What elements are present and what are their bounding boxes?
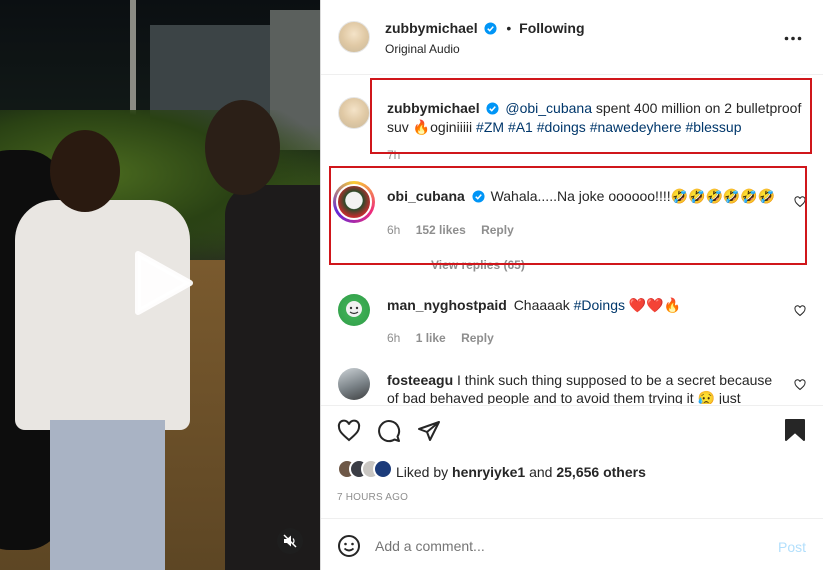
comment-input[interactable] <box>375 533 755 559</box>
emoji-smile-icon[interactable] <box>337 534 361 558</box>
avatar-face-icon <box>346 301 362 317</box>
video-person-right-head <box>205 100 280 195</box>
video-person-left-head <box>50 130 120 212</box>
liked-by-and: and <box>525 464 557 480</box>
comment-text: Chaaaak <box>513 297 574 313</box>
comment-3-clip: fosteeagu I think such thing supposed to… <box>321 360 823 404</box>
comment-likes-link[interactable]: 1 like <box>416 331 446 345</box>
comment-meta: 6h 1 like Reply <box>387 331 494 345</box>
video-person-left-legs <box>50 420 165 570</box>
video-person-right <box>225 185 320 570</box>
add-comment-bar: Post <box>321 518 823 570</box>
like-comment-heart-icon[interactable] <box>794 379 806 391</box>
post-comment-button[interactable]: Post <box>778 539 806 555</box>
hashtag-link[interactable]: #Doings <box>574 297 625 313</box>
following-button[interactable]: Following <box>519 20 584 36</box>
comment-text: I think such thing supposed to be a secr… <box>457 372 773 388</box>
comment-emojis: ❤️❤️🔥 <box>625 297 682 313</box>
like-heart-icon[interactable] <box>337 419 361 443</box>
comment-2-line: man_nyghostpaid Chaaaak #Doings ❤️❤️🔥 <box>387 297 681 314</box>
play-icon[interactable] <box>128 248 198 318</box>
post-panel: zubbymichael • Following Original Audio … <box>320 0 823 570</box>
speaker-muted-icon <box>283 534 297 548</box>
avatar[interactable] <box>338 368 370 400</box>
comment-3-line-2: of bad behaved people and to avoid them … <box>387 390 741 404</box>
original-audio-link[interactable]: Original Audio <box>385 42 460 56</box>
header-user-line: zubbymichael • Following <box>385 20 585 36</box>
like-comment-heart-icon[interactable] <box>794 305 806 317</box>
more-horizontal-icon[interactable] <box>784 36 802 41</box>
verified-badge-icon <box>484 22 498 35</box>
reply-button[interactable]: Reply <box>461 331 494 345</box>
comment-bubble-icon[interactable] <box>377 419 401 443</box>
save-bookmark-icon[interactable] <box>784 418 806 442</box>
header-separator: • <box>506 20 512 36</box>
avatar[interactable] <box>338 21 370 53</box>
header-username[interactable]: zubbymichael <box>385 20 478 36</box>
avatar <box>373 459 393 479</box>
highlight-box <box>370 78 812 154</box>
avatar[interactable] <box>338 97 370 129</box>
comment-time: 6h <box>387 331 401 345</box>
liked-by-text: Liked by henryiyke1 and 25,656 others <box>396 464 646 480</box>
liked-by-prefix: Liked by <box>396 464 453 480</box>
share-send-icon[interactable] <box>417 419 441 443</box>
comment-username[interactable]: man_nyghostpaid <box>387 297 507 313</box>
comment-username[interactable]: fosteeagu <box>387 372 453 388</box>
avatar[interactable] <box>338 294 370 326</box>
post-timestamp: 7 HOURS AGO <box>337 492 409 503</box>
liked-by-avatars <box>337 459 397 481</box>
likes-count-link[interactable]: 25,656 others <box>556 464 646 480</box>
mute-button[interactable] <box>277 528 303 554</box>
video-player[interactable] <box>0 0 320 570</box>
post-header: zubbymichael • Following Original Audio <box>321 0 823 75</box>
comment-3-line-1: fosteeagu I think such thing supposed to… <box>387 371 772 389</box>
highlight-box <box>329 166 807 265</box>
liked-by-username[interactable]: henryiyke1 <box>452 464 525 480</box>
